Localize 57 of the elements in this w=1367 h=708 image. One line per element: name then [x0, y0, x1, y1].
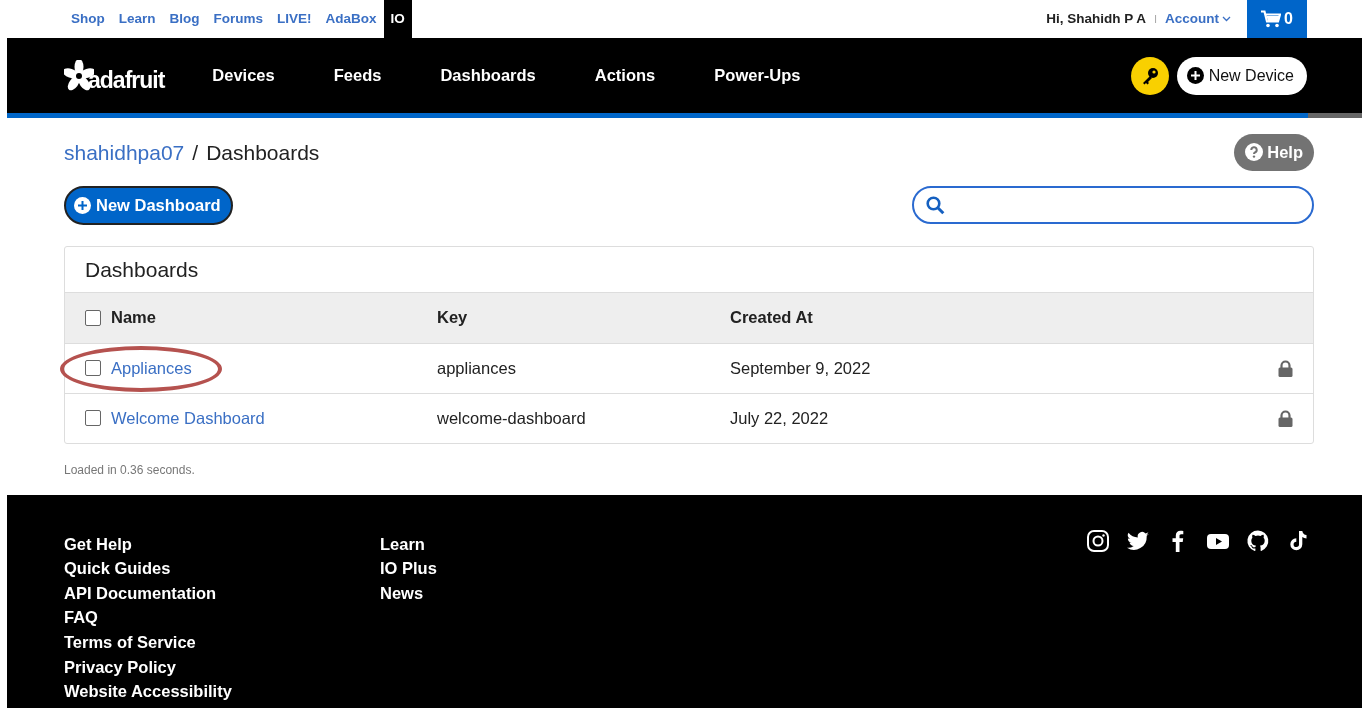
footer-link[interactable]: IO Plus [380, 556, 437, 581]
site-link[interactable]: LIVE! [270, 0, 319, 38]
new-device-button[interactable]: New Device [1176, 56, 1307, 95]
load-time-text: Loaded in 0.36 seconds. [64, 461, 196, 479]
plus-circle-icon [1186, 67, 1204, 84]
row-checkbox[interactable] [85, 410, 101, 427]
site-link[interactable]: IO [383, 0, 412, 38]
site-link[interactable]: Shop [64, 0, 112, 38]
row-checkbox[interactable] [85, 360, 101, 377]
site-link[interactable]: Forums [206, 0, 271, 38]
site-link[interactable]: AdaBox [318, 0, 384, 38]
new-dashboard-button[interactable]: New Dashboard [64, 185, 233, 225]
breadcrumb-current: Dashboards [206, 139, 320, 166]
table-cell: appliances [437, 358, 516, 377]
footer-link[interactable]: Terms of Service [64, 630, 196, 655]
search-icon [926, 195, 945, 215]
greeting: Hi, Shahidh P A [1046, 9, 1147, 28]
select-all-checkbox[interactable] [85, 309, 101, 326]
footer-link[interactable]: API Documentation [64, 580, 217, 606]
chevron-down-icon [1222, 16, 1232, 22]
table-title: Dashboards [84, 256, 200, 283]
column-header: Key [437, 307, 469, 329]
instagram-icon[interactable] [1086, 528, 1110, 554]
column-header: Created At [730, 308, 813, 327]
cart-button[interactable]: 0 [1247, 0, 1307, 38]
search-field[interactable] [912, 186, 1314, 225]
nav-link[interactable]: Dashboards [440, 63, 536, 88]
footer-link[interactable]: Get Help [64, 531, 132, 557]
footer-link[interactable]: Privacy Policy [64, 654, 176, 680]
site-link[interactable]: Blog [162, 0, 207, 38]
adafruit-logo[interactable]: adafruit [64, 59, 165, 92]
dashboard-link[interactable]: Appliances [111, 355, 192, 381]
table-cell: September 9, 2022 [730, 358, 871, 377]
footer-link[interactable]: FAQ [64, 605, 98, 631]
plus-circle-icon [74, 196, 91, 214]
github-icon[interactable] [1246, 528, 1270, 554]
column-header: Name [111, 307, 156, 329]
breadcrumb-separator: / [192, 139, 199, 166]
table-cell: welcome-dashboard [437, 408, 586, 427]
question-icon [1245, 143, 1264, 162]
breadcrumb-link[interactable]: shahidhpa07 [64, 136, 185, 169]
nav-link[interactable]: Devices [212, 63, 275, 88]
separator: I [1154, 11, 1158, 27]
footer-link[interactable]: Website Accessibility [64, 679, 232, 704]
table-cell: July 22, 2022 [730, 408, 829, 427]
site-link[interactable]: Learn [111, 0, 163, 38]
cart-icon [1261, 10, 1282, 28]
nav-link[interactable]: Actions [594, 63, 656, 88]
footer-link[interactable]: Quick Guides [64, 556, 171, 581]
account-link[interactable]: Account [1165, 0, 1232, 38]
nav-link[interactable]: Feeds [333, 63, 382, 88]
footer-link[interactable]: Learn [380, 531, 425, 557]
nav-link[interactable]: Power-Ups [714, 63, 801, 88]
help-button[interactable]: Help [1234, 134, 1314, 171]
footer-link[interactable]: News [380, 580, 424, 606]
dashboard-link[interactable]: Welcome Dashboard [111, 405, 265, 431]
api-key-button[interactable] [1130, 56, 1169, 95]
